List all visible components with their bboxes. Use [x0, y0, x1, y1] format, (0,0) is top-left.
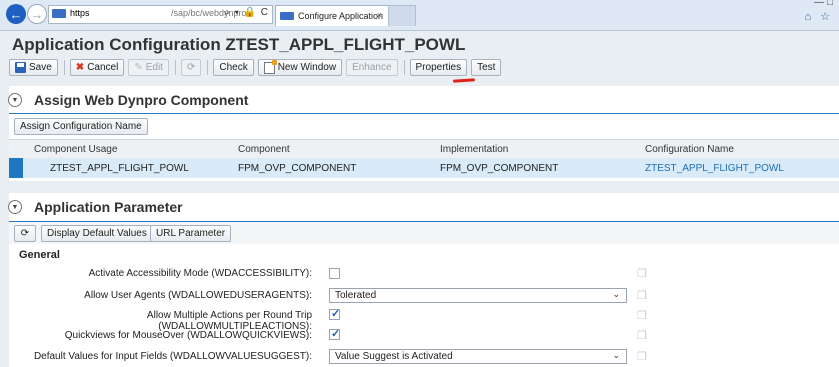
new-tab-button[interactable] [388, 5, 416, 26]
value-help-icon[interactable]: ❐ [637, 329, 651, 342]
param-label: Allow Multiple Actions per Round Trip (W… [146, 310, 312, 332]
new-window-label: New Window [277, 62, 337, 73]
toolbar-separator [174, 60, 176, 75]
cell-component-usage: ZTEST_APPL_FLIGHT_POWL [50, 163, 189, 174]
refresh-button[interactable]: ⟳ [180, 59, 202, 76]
collapse-chevron-icon[interactable]: ▼ [8, 200, 22, 214]
wd-component-section-header[interactable]: ▼ Assign Web Dynpro Component [8, 92, 248, 108]
url-parameter-button[interactable]: URL Parameter [150, 225, 232, 242]
user-agents-select[interactable]: Tolerated ⌄ [329, 288, 627, 303]
select-value: Tolerated [335, 290, 377, 301]
annotation-underline [452, 78, 476, 83]
value-help-icon[interactable]: ❐ [637, 309, 651, 322]
column-header[interactable]: Configuration Name [645, 144, 734, 155]
cell-component: FPM_OVP_COMPONENT [238, 163, 357, 174]
home-star-icon[interactable]: ⌂ ☆ [804, 10, 833, 23]
check-button[interactable]: Check [213, 59, 254, 76]
cancel-button[interactable]: ✖ Cancel [69, 59, 125, 76]
wd-component-title: Assign Web Dynpro Component [34, 92, 249, 108]
refresh-icon: ⟳ [20, 228, 30, 239]
address-bar[interactable]: https /sap/bc/webdynpro ⌕ ▾ 🔒 C [48, 5, 273, 24]
app-params-title: Application Parameter [34, 199, 183, 215]
tab-title: Configure Application [298, 11, 384, 21]
chevron-down-icon: ⌄ [612, 289, 620, 299]
address-protocol: https [70, 8, 90, 18]
toolbar-separator [63, 60, 65, 75]
save-button[interactable]: Save [9, 59, 58, 76]
row-selector[interactable] [9, 158, 23, 178]
column-header[interactable]: Component Usage [34, 144, 117, 155]
group-title: General [19, 249, 60, 261]
assign-configuration-name-button[interactable]: Assign Configuration Name [14, 118, 148, 135]
cell-implementation: FPM_OVP_COMPONENT [440, 163, 559, 174]
value-help-icon[interactable]: ❐ [637, 289, 651, 302]
properties-button[interactable]: Properties [409, 59, 468, 76]
value-suggest-select[interactable]: Value Suggest is Activated ⌄ [329, 349, 627, 364]
component-table-header: Component Usage Component Implementation… [9, 139, 839, 159]
multiple-actions-checkbox[interactable] [329, 307, 340, 320]
main-toolbar: Save ✖ Cancel ✎ Edit ⟳ Check New Window En… [9, 58, 505, 77]
test-button[interactable]: Test [471, 59, 502, 76]
chevron-down-icon: ⌄ [612, 350, 620, 360]
site-favicon-icon [52, 9, 66, 18]
tab-favicon-icon [280, 12, 294, 20]
edit-button[interactable]: ✎ Edit [128, 59, 169, 76]
new-window-icon [263, 59, 277, 74]
param-label: Activate Accessibility Mode (WDACCESSIBI… [88, 268, 312, 279]
page-title: Application Configuration ZTEST_APPL_FLI… [12, 35, 466, 54]
cancel-icon: ✖ [75, 62, 85, 73]
cancel-label: Cancel [87, 62, 119, 73]
table-row[interactable]: ZTEST_APPL_FLIGHT_POWL FPM_OVP_COMPONENT… [9, 158, 839, 178]
param-label: Allow User Agents (WDALLOWEDUSERAGENTS): [84, 290, 312, 301]
app-params-section-header[interactable]: ▼ Application Parameter [8, 199, 183, 215]
new-window-button[interactable]: New Window [257, 59, 343, 76]
address-controls[interactable]: ⌕ ▾ 🔒 C [224, 7, 269, 18]
toolbar-separator [207, 60, 209, 75]
forward-arrow-icon[interactable]: → [27, 4, 47, 24]
accessibility-checkbox[interactable] [329, 268, 340, 279]
param-label: Quickviews for MouseOver (WDALLOWQUICKVI… [64, 330, 312, 341]
browser-tab[interactable]: Configure Application × [275, 5, 389, 26]
select-value: Value Suggest is Activated [335, 351, 453, 362]
window-controls-icon[interactable]: — □ [814, 0, 833, 8]
section-divider [9, 113, 839, 114]
browser-bar: ← → https /sap/bc/webdynpro ⌕ ▾ 🔒 C Conf… [0, 0, 839, 31]
collapse-chevron-icon[interactable]: ▼ [8, 93, 22, 107]
refresh-button[interactable]: ⟳ [14, 225, 36, 242]
enhance-button[interactable]: Enhance [346, 59, 398, 76]
quickviews-checkbox[interactable] [329, 327, 340, 340]
value-help-icon[interactable]: ❐ [637, 267, 651, 280]
tab-close-icon[interactable]: × [377, 10, 382, 20]
column-header[interactable]: Implementation [440, 144, 508, 155]
page-header: Application Configuration ZTEST_APPL_FLI… [0, 31, 839, 81]
save-label: Save [29, 62, 52, 73]
edit-label: Edit [145, 62, 163, 73]
save-icon [15, 62, 26, 73]
cell-configuration-name-link[interactable]: ZTEST_APPL_FLIGHT_POWL [645, 163, 784, 174]
pencil-icon: ✎ [134, 62, 143, 73]
toolbar-separator [403, 60, 405, 75]
value-help-icon[interactable]: ❐ [637, 350, 651, 363]
refresh-icon: ⟳ [186, 62, 196, 73]
column-header[interactable]: Component [238, 144, 290, 155]
param-label: Default Values for Input Fields (WDALLOW… [33, 351, 312, 362]
back-arrow-icon[interactable]: ← [6, 4, 26, 24]
display-default-values-button[interactable]: Display Default Values [41, 225, 153, 242]
